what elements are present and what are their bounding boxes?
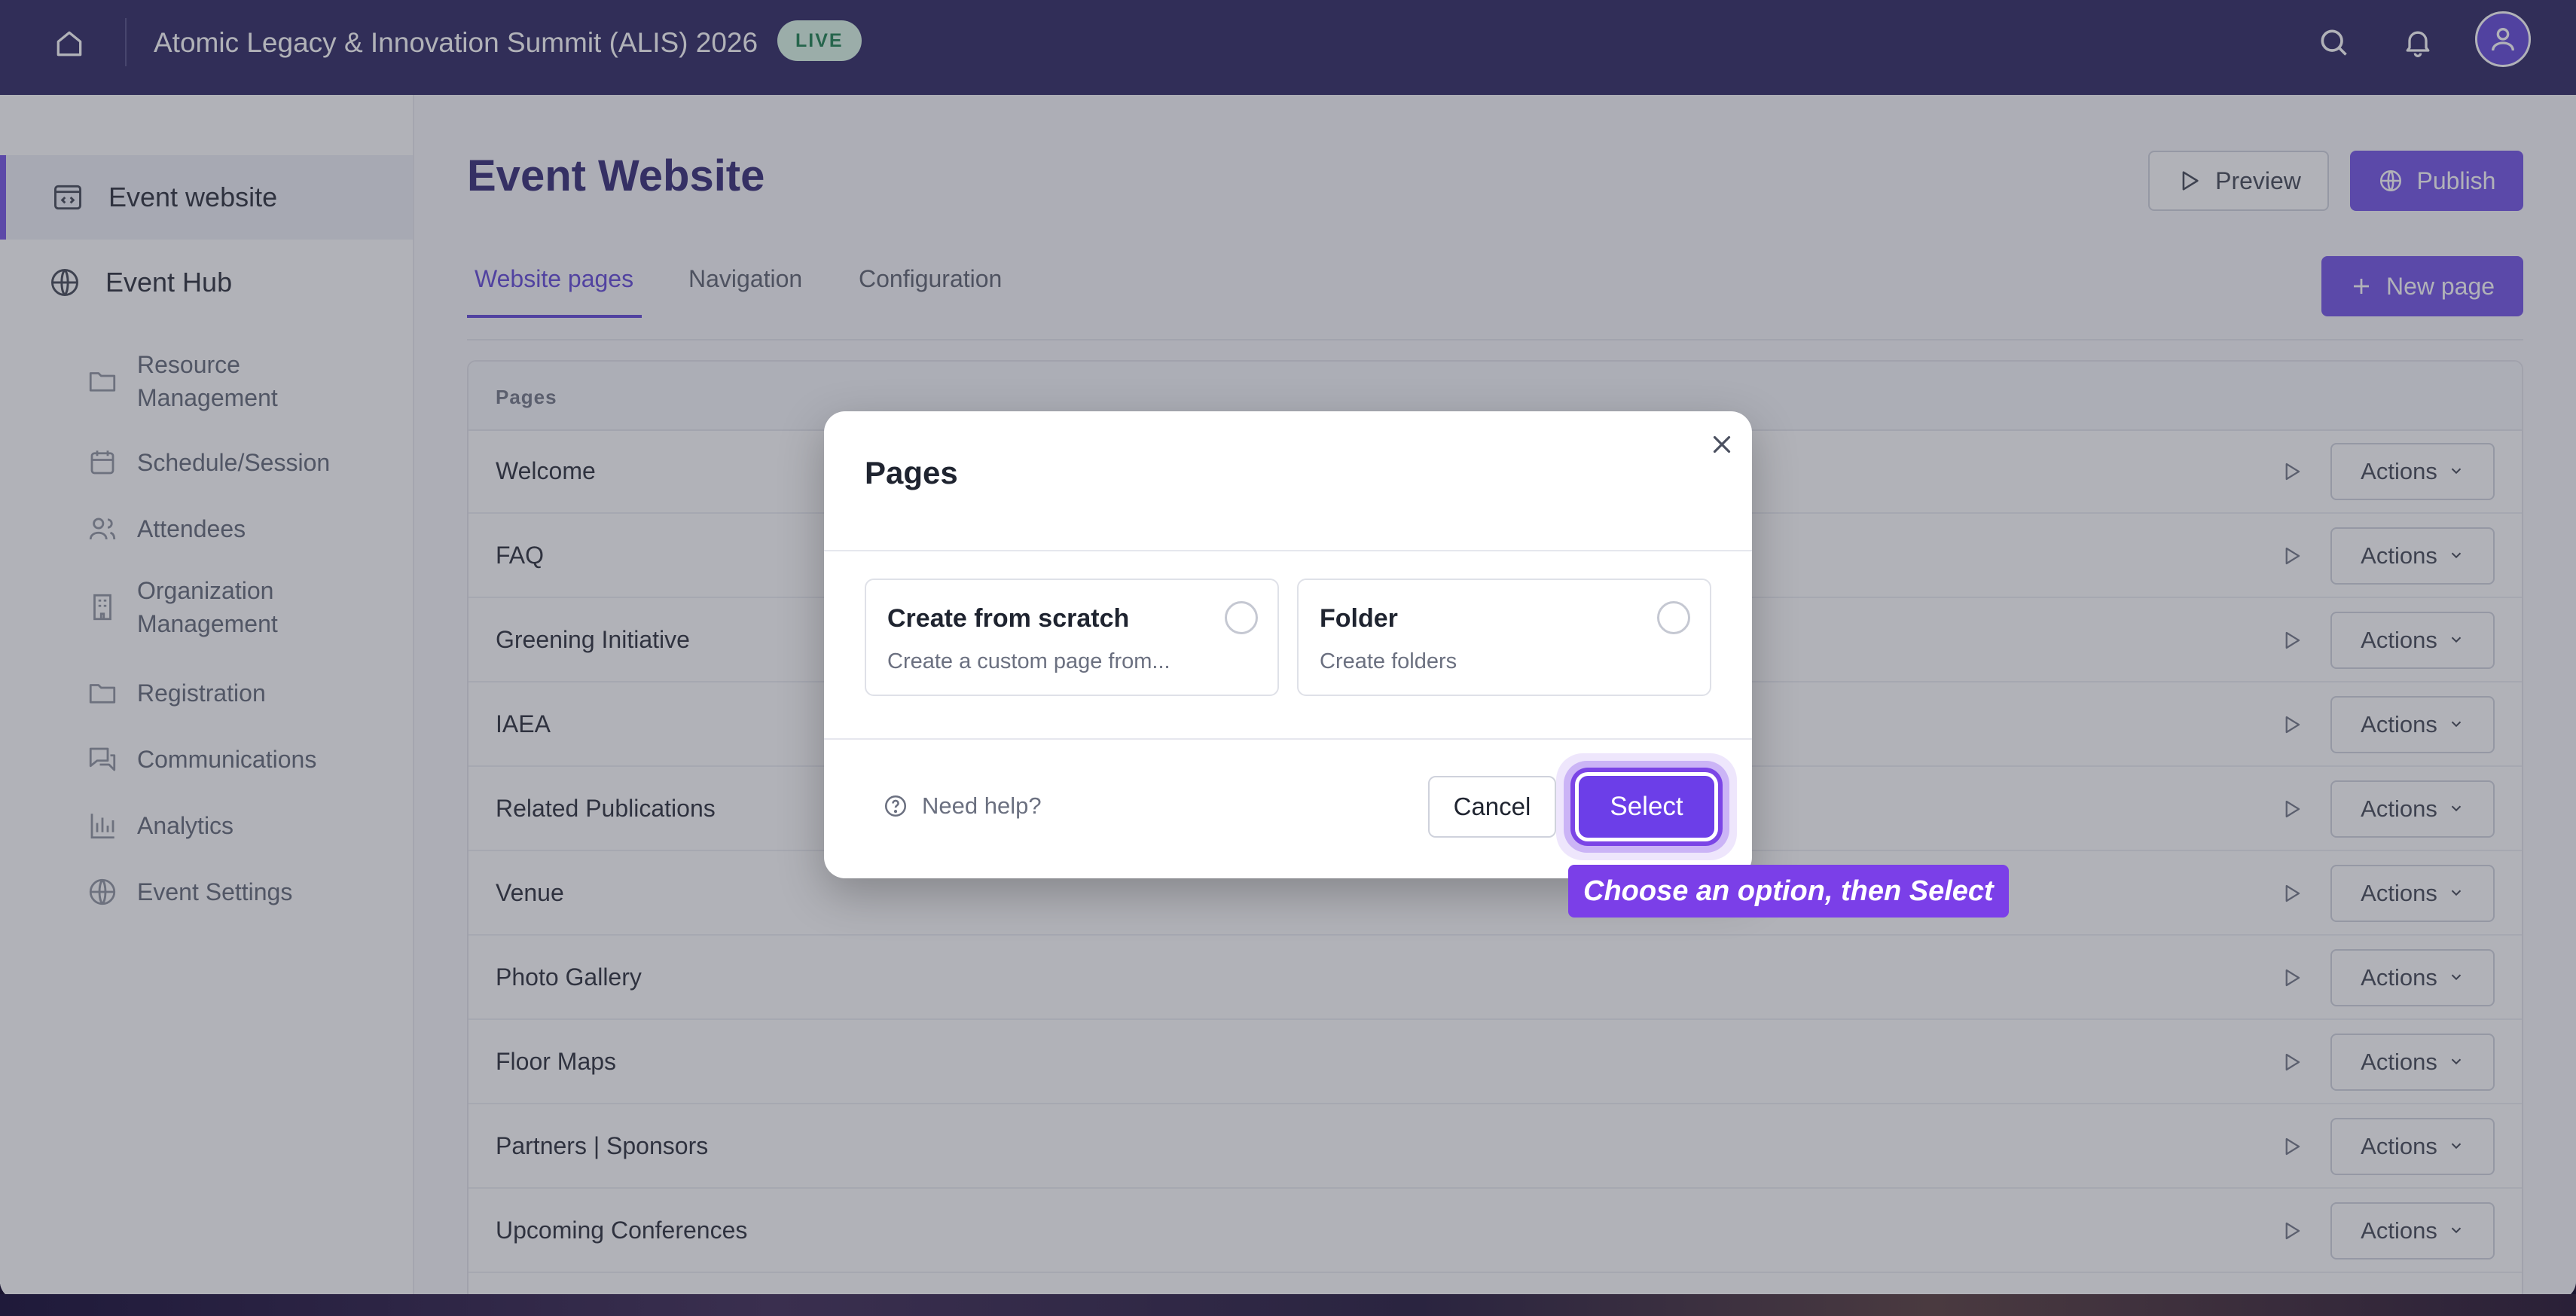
option-create-from-scratch[interactable]: Create from scratch Create a custom page… — [865, 579, 1279, 696]
option-description: Create a custom page from... — [887, 649, 1170, 673]
modal-divider — [824, 738, 1752, 740]
help-circle-icon — [884, 795, 907, 817]
desktop-background-strip — [0, 1294, 2576, 1316]
close-icon[interactable] — [1704, 426, 1740, 463]
need-help-link[interactable]: Need help? — [883, 792, 1042, 820]
select-button[interactable]: Select — [1579, 776, 1714, 838]
modal-title: Pages — [865, 455, 958, 490]
option-radio[interactable] — [1225, 601, 1258, 634]
option-title: Folder — [1320, 604, 1398, 633]
need-help-label: Need help? — [922, 792, 1042, 819]
hint-tooltip: Choose an option, then Select — [1568, 865, 2009, 918]
cancel-button[interactable]: Cancel — [1428, 776, 1556, 838]
option-description: Create folders — [1320, 649, 1457, 673]
pages-modal: Pages Create from scratch Create a custo… — [824, 411, 1752, 878]
option-title: Create from scratch — [887, 604, 1130, 633]
app-window: Atomic Legacy & Innovation Summit (ALIS)… — [0, 0, 2576, 1299]
option-radio[interactable] — [1657, 601, 1690, 634]
modal-divider — [824, 550, 1752, 551]
option-folder[interactable]: Folder Create folders — [1297, 579, 1711, 696]
